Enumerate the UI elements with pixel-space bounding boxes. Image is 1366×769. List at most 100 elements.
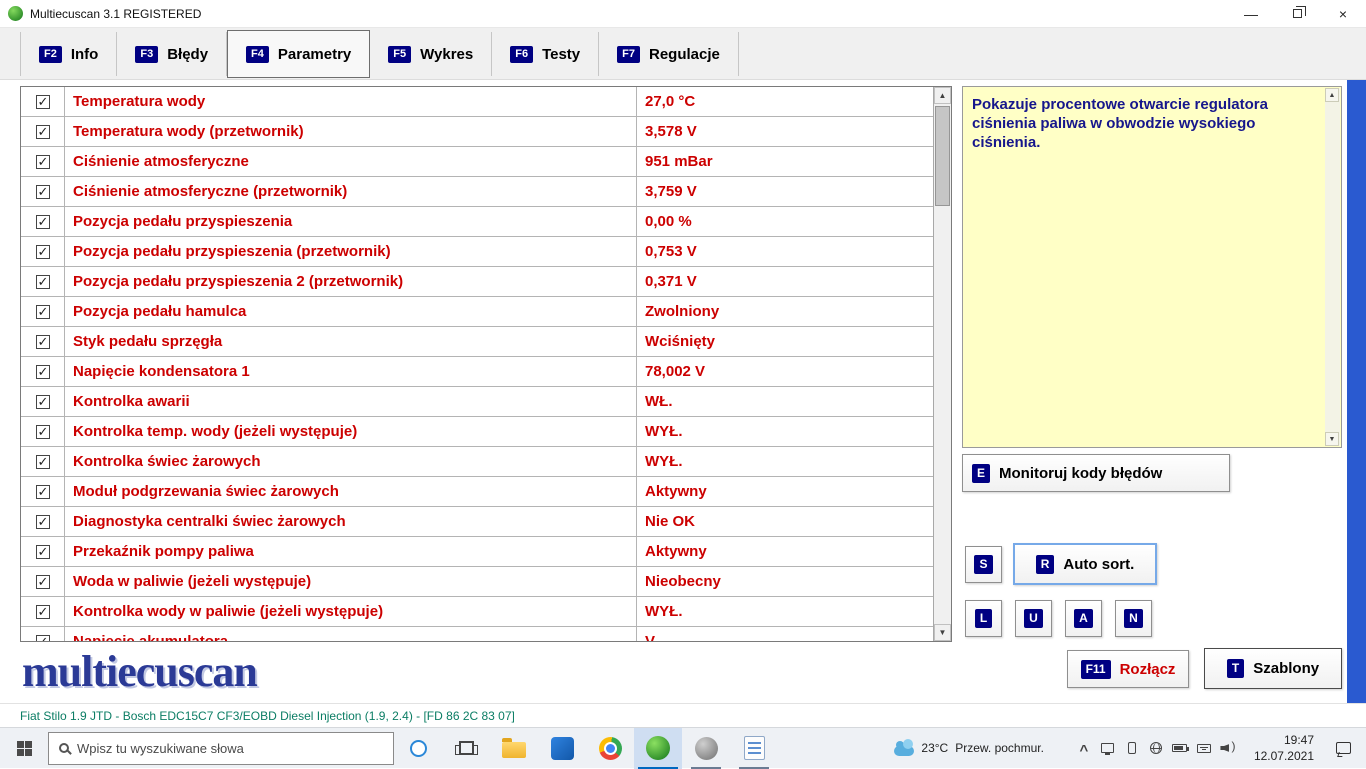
table-row[interactable]: ✓ Ciśnienie atmosferyczne (przetwornik) 3,…: [21, 177, 933, 207]
param-name: Pozycja pedału przyspieszenia (przetworn…: [65, 237, 637, 266]
battery-tray-button[interactable]: [1168, 728, 1192, 769]
phone-tray-button[interactable]: [1120, 728, 1144, 769]
system-tray: [1072, 728, 1240, 769]
sort-s-button[interactable]: S: [965, 546, 1002, 583]
table-row[interactable]: ✓ Temperatura wody (przetwornik) 3,578 V: [21, 117, 933, 147]
restore-button[interactable]: [1274, 0, 1320, 28]
scroll-down-icon[interactable]: ▼: [934, 624, 951, 641]
tab-bledy[interactable]: F3 Błędy: [117, 32, 228, 76]
display-tray-button[interactable]: [1096, 728, 1120, 769]
row-checkbox[interactable]: ✓: [21, 387, 65, 416]
tab-info[interactable]: F2 Info: [20, 32, 118, 76]
task-view-button[interactable]: [442, 728, 490, 769]
tab-wykres[interactable]: F5 Wykres: [370, 32, 493, 76]
check-icon: ✓: [37, 243, 49, 259]
info-scrollbar[interactable]: ▲ ▼: [1325, 88, 1340, 446]
close-button[interactable]: ×: [1320, 0, 1366, 28]
file-explorer-taskbar-button[interactable]: [490, 728, 538, 769]
weather-widget[interactable]: 23°C Przew. pochmur.: [880, 738, 1058, 756]
table-row[interactable]: ✓ Pozycja pedału hamulca Zwolniony: [21, 297, 933, 327]
multiecuscan-taskbar-button[interactable]: [634, 727, 682, 769]
row-checkbox[interactable]: ✓: [21, 177, 65, 206]
monitor-error-codes-button[interactable]: E Monitoruj kody błędów: [962, 454, 1230, 492]
tab-parametry[interactable]: F4 Parametry: [227, 30, 371, 78]
table-row[interactable]: ✓ Kontrolka temp. wody (jeżeli występuje)…: [21, 417, 933, 447]
table-row[interactable]: ✓ Napięcie akumulatoraV: [21, 627, 933, 641]
row-checkbox[interactable]: ✓: [21, 627, 65, 641]
row-checkbox[interactable]: ✓: [21, 297, 65, 326]
info-text: Pokazuje procentowe otwarcie regulatora …: [972, 96, 1268, 152]
templates-button[interactable]: T Szablony: [1204, 648, 1342, 689]
table-row[interactable]: ✓ Diagnostyka centralki świec żarowych Nie…: [21, 507, 933, 537]
table-row[interactable]: ✓ Pozycja pedału przyspieszenia 0,00 %: [21, 207, 933, 237]
table-scrollbar[interactable]: ▲ ▼: [933, 87, 951, 641]
table-row[interactable]: ✓ Napięcie kondensatora 1 78,002 V: [21, 357, 933, 387]
chrome-taskbar-button[interactable]: [586, 728, 634, 769]
tab-testy[interactable]: F6 Testy: [492, 32, 600, 76]
info-scroll-up-icon[interactable]: ▲: [1325, 88, 1339, 102]
sort-a-button[interactable]: A: [1065, 600, 1102, 637]
document-app-taskbar-button[interactable]: [730, 728, 778, 769]
phone-icon: [1127, 742, 1136, 754]
row-checkbox[interactable]: ✓: [21, 537, 65, 566]
row-checkbox[interactable]: ✓: [21, 567, 65, 596]
param-value: Wciśnięty: [645, 333, 716, 350]
scroll-up-icon[interactable]: ▲: [934, 87, 951, 104]
network-globe-tray-button[interactable]: [1144, 728, 1168, 769]
scroll-thumb[interactable]: [935, 106, 950, 206]
row-checkbox[interactable]: ✓: [21, 507, 65, 536]
templates-label: Szablony: [1253, 660, 1320, 677]
table-row[interactable]: ✓ Temperatura wody 27,0 °C: [21, 87, 933, 117]
table-row[interactable]: ✓ Przekaźnik pompy paliwa Aktywny: [21, 537, 933, 567]
cloud-icon: [894, 738, 915, 756]
disconnect-button[interactable]: F11 Rozłącz: [1067, 650, 1189, 688]
check-icon: ✓: [37, 483, 49, 499]
taskbar-clock[interactable]: 19:47 12.07.2021: [1254, 732, 1314, 764]
keyboard-tray-button[interactable]: [1192, 728, 1216, 769]
start-button[interactable]: [0, 728, 48, 769]
key-badge-f11: F11: [1080, 659, 1111, 679]
row-checkbox[interactable]: ✓: [21, 357, 65, 386]
key-badge-a: A: [1074, 609, 1093, 628]
taskbar-search[interactable]: [48, 731, 394, 765]
parameter-info-panel: Pokazuje procentowe otwarcie regulatora …: [962, 86, 1342, 448]
sort-l-button[interactable]: L: [965, 600, 1002, 637]
tab-regulacje[interactable]: F7 Regulacje: [599, 32, 739, 76]
table-row[interactable]: ✓ Woda w paliwie (jeżeli występuje) Nieobe…: [21, 567, 933, 597]
row-checkbox[interactable]: ✓: [21, 447, 65, 476]
row-checkbox[interactable]: ✓: [21, 207, 65, 236]
minimize-button[interactable]: —: [1228, 0, 1274, 28]
param-value: Aktywny: [645, 543, 707, 560]
auto-sort-button[interactable]: R Auto sort.: [1013, 543, 1157, 585]
gray-app-taskbar-button[interactable]: [682, 728, 730, 769]
monitor-button-label: Monitoruj kody błędów: [999, 464, 1163, 482]
volume-tray-button[interactable]: [1216, 728, 1240, 769]
table-row[interactable]: ✓ Pozycja pedału przyspieszenia 2 (przetw…: [21, 267, 933, 297]
search-input[interactable]: [77, 740, 383, 756]
sort-u-button[interactable]: U: [1015, 600, 1052, 637]
cortana-button[interactable]: [394, 728, 442, 769]
weather-desc: Przew. pochmur.: [955, 741, 1044, 755]
table-row[interactable]: ✓ Pozycja pedału przyspieszenia (przetwor…: [21, 237, 933, 267]
hiddens-chevron-tray-button[interactable]: [1072, 728, 1096, 769]
row-checkbox[interactable]: ✓: [21, 327, 65, 356]
row-checkbox[interactable]: ✓: [21, 117, 65, 146]
table-row[interactable]: ✓ Kontrolka wody w paliwie (jeżeli występ…: [21, 597, 933, 627]
row-checkbox[interactable]: ✓: [21, 87, 65, 116]
row-checkbox[interactable]: ✓: [21, 477, 65, 506]
sort-n-button[interactable]: N: [1115, 600, 1152, 637]
table-row[interactable]: ✓ Styk pedału sprzęgła Wciśnięty: [21, 327, 933, 357]
row-checkbox[interactable]: ✓: [21, 267, 65, 296]
row-checkbox[interactable]: ✓: [21, 237, 65, 266]
file-explorer-icon: [502, 737, 526, 758]
table-row[interactable]: ✓ Moduł podgrzewania świec żarowych Aktywn…: [21, 477, 933, 507]
blue-app-taskbar-button[interactable]: [538, 728, 586, 769]
table-row[interactable]: ✓ Ciśnienie atmosferyczne 951 mBar: [21, 147, 933, 177]
table-row[interactable]: ✓ Kontrolka świec żarowych WYŁ.: [21, 447, 933, 477]
row-checkbox[interactable]: ✓: [21, 597, 65, 626]
info-scroll-down-icon[interactable]: ▼: [1325, 432, 1339, 446]
row-checkbox[interactable]: ✓: [21, 417, 65, 446]
action-center-button[interactable]: [1324, 728, 1362, 769]
row-checkbox[interactable]: ✓: [21, 147, 65, 176]
table-row[interactable]: ✓ Kontrolka awarii WŁ.: [21, 387, 933, 417]
